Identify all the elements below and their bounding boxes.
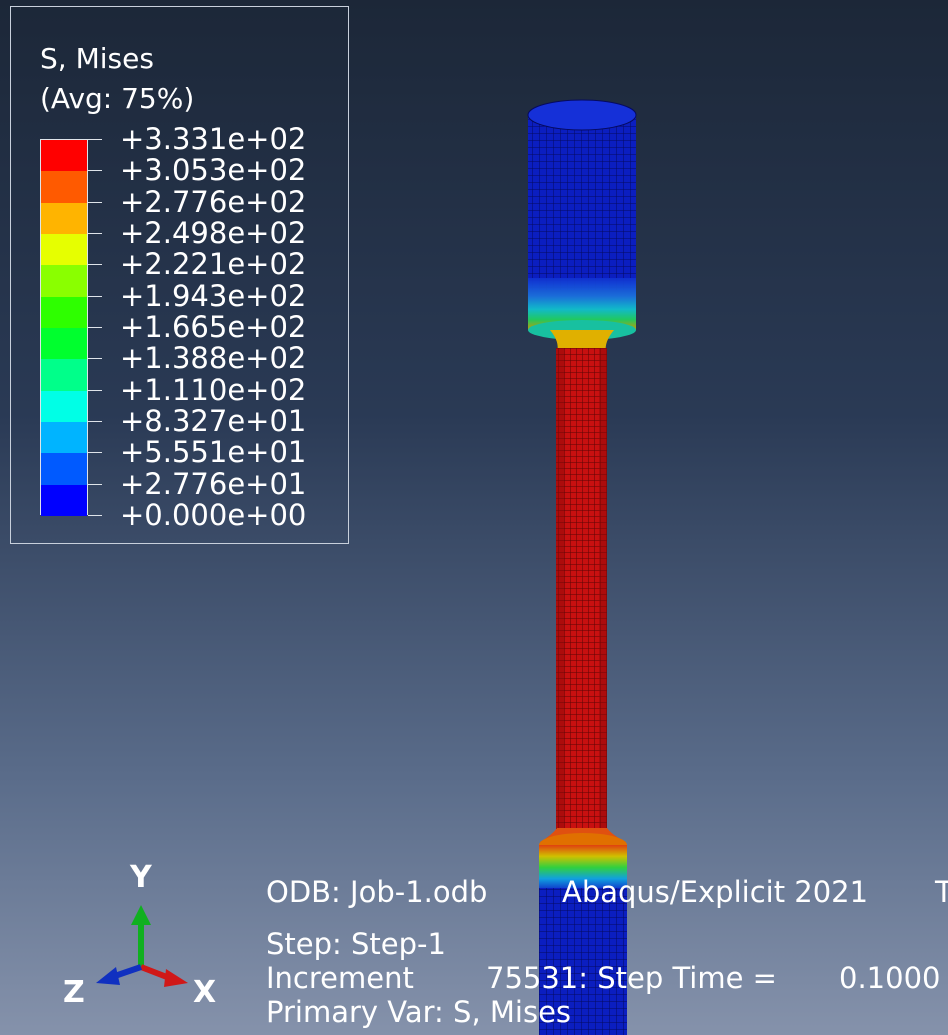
legend-band — [41, 296, 87, 329]
legend-tick-label: +2.498e+02 — [120, 216, 307, 250]
legend-tick-label: +1.665e+02 — [120, 310, 307, 344]
info-trailing: T — [935, 875, 948, 909]
info-odb: ODB: Job-1.odb — [266, 875, 488, 909]
legend-band — [41, 390, 87, 423]
legend-band — [41, 484, 87, 517]
legend-tick-mark — [88, 515, 102, 516]
axis-label-z: Z — [63, 975, 85, 1010]
viewport[interactable]: S, Mises (Avg: 75%) +3.331e+02 +3.053e+02… — [0, 0, 948, 1035]
legend-band — [41, 140, 87, 172]
upper-grip — [527, 99, 637, 340]
axis-label-x: X — [193, 975, 217, 1010]
legend-band — [41, 202, 87, 235]
legend-tick-label: +5.551e+01 — [120, 435, 307, 470]
legend-band — [41, 453, 87, 486]
info-solver: Abaqus/Explicit 2021 — [562, 875, 869, 909]
axis-label-y: Y — [130, 860, 152, 895]
legend: S, Mises (Avg: 75%) +3.331e+02 +3.053e+02… — [10, 6, 349, 544]
legend-band — [41, 171, 87, 204]
legend-band — [41, 359, 87, 392]
legend-tick-mark — [88, 139, 102, 140]
legend-colorbar — [40, 139, 88, 517]
legend-tick-mark — [88, 358, 102, 360]
legend-tick-mark — [88, 295, 102, 297]
info-step-time: 0.1000 — [839, 961, 941, 995]
legend-tick-label: +2.776e+02 — [120, 184, 307, 219]
legend-tick-mark — [88, 264, 102, 266]
legend-tick-mark — [88, 170, 102, 172]
legend-title: S, Mises — [40, 42, 154, 75]
info-increment-label: Increment — [266, 961, 414, 995]
gauge-section — [556, 348, 607, 830]
legend-tick-label: +2.776e+01 — [120, 466, 307, 501]
info-increment-value: 75531: Step Time = — [486, 961, 777, 995]
legend-band — [41, 234, 87, 266]
legend-tick-mark — [88, 452, 102, 454]
legend-band — [41, 422, 87, 454]
axis-triad: Y Z X — [60, 855, 240, 1025]
legend-tick-label: +8.327e+01 — [120, 404, 307, 438]
legend-tick-label: +1.388e+02 — [120, 341, 307, 376]
legend-band — [41, 328, 87, 360]
legend-tick-label: +3.053e+02 — [120, 153, 307, 188]
legend-tick-mark — [88, 201, 102, 203]
legend-tick-label: +1.943e+02 — [120, 278, 307, 313]
info-primary-var: Primary Var: S, Mises — [266, 995, 572, 1029]
legend-tick-mark — [88, 421, 102, 422]
legend-tick-label: +1.110e+02 — [120, 372, 307, 407]
legend-tick-label: +0.000e+00 — [120, 498, 307, 532]
legend-band — [41, 265, 87, 298]
legend-tick-mark — [88, 389, 102, 391]
legend-tick-label: +2.221e+02 — [120, 247, 307, 282]
legend-tick-mark — [88, 327, 102, 328]
legend-tick-mark — [88, 233, 102, 234]
legend-subtitle: (Avg: 75%) — [40, 82, 195, 115]
legend-tick-label: +3.331e+02 — [120, 122, 307, 156]
info-step: Step: Step-1 — [266, 927, 446, 961]
legend-tick-mark — [88, 483, 102, 485]
